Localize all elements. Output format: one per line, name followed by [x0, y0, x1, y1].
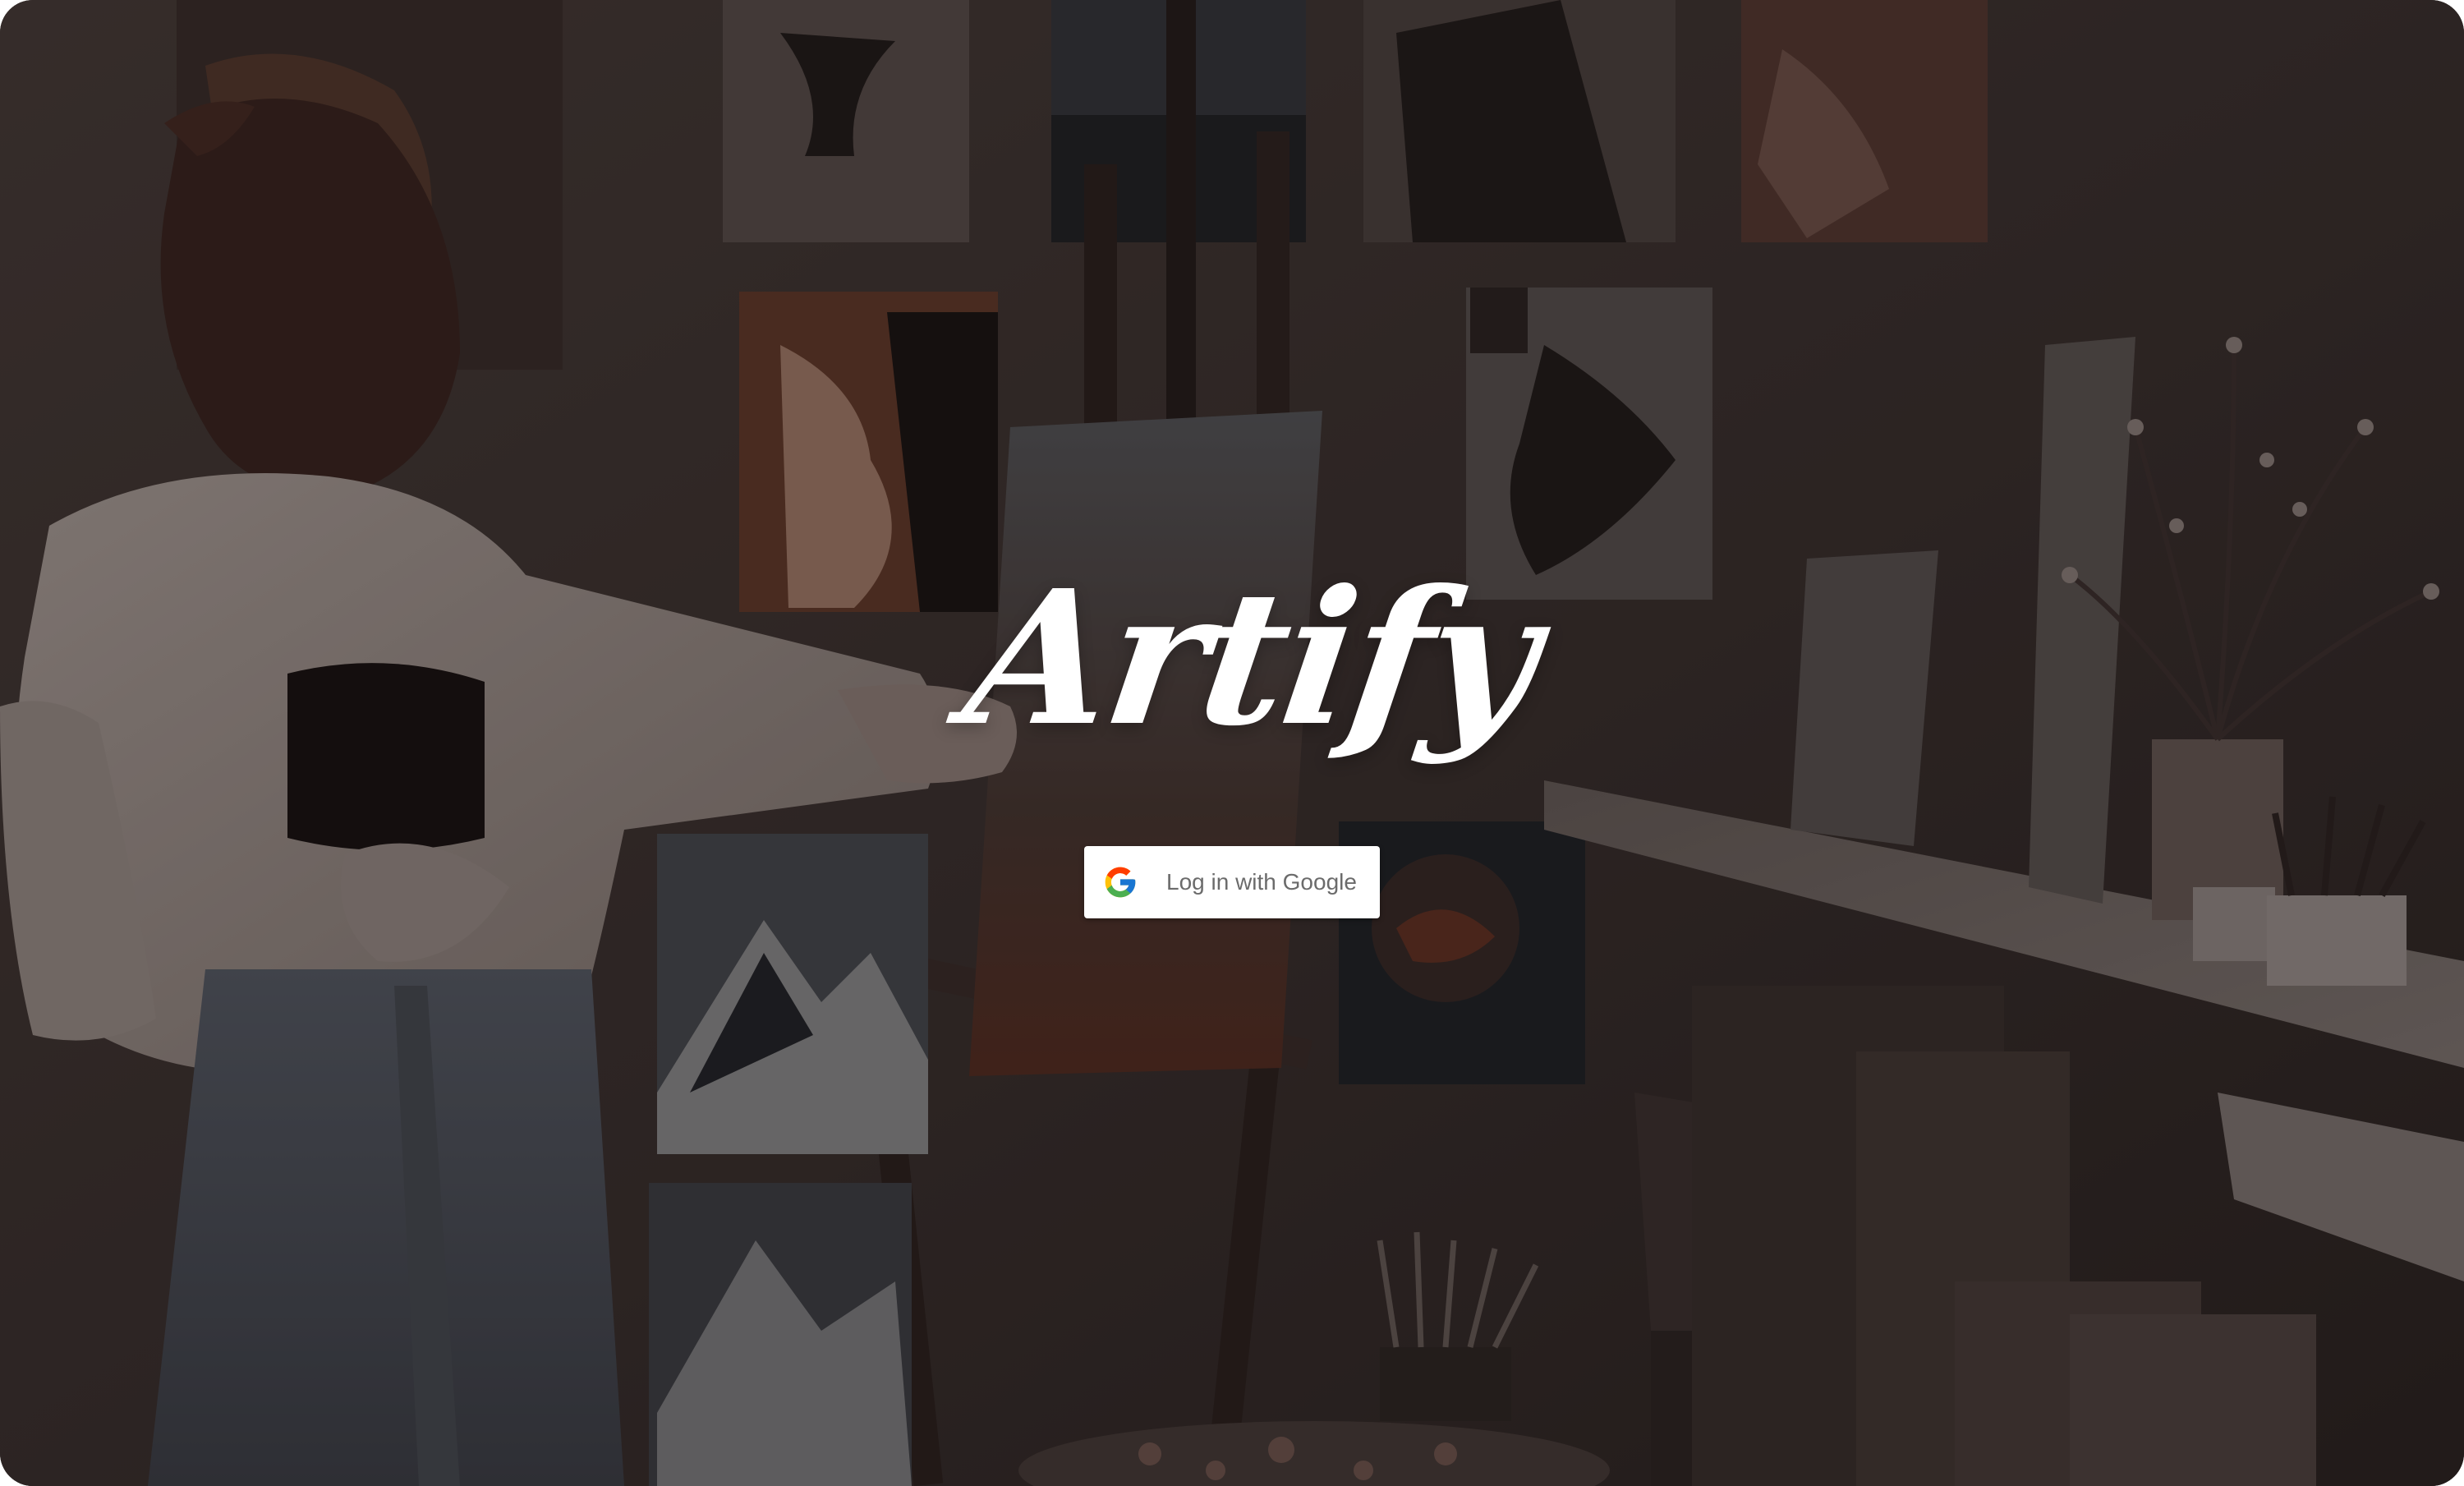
- google-login-button[interactable]: Log in with Google: [1084, 846, 1380, 918]
- app-logo: Artify: [954, 550, 1548, 767]
- google-login-label: Log in with Google: [1166, 869, 1357, 895]
- google-g-icon: [1102, 864, 1138, 900]
- login-screen: Artify Log in with Google: [0, 0, 2464, 1486]
- login-container: Artify Log in with Google: [0, 0, 2464, 1486]
